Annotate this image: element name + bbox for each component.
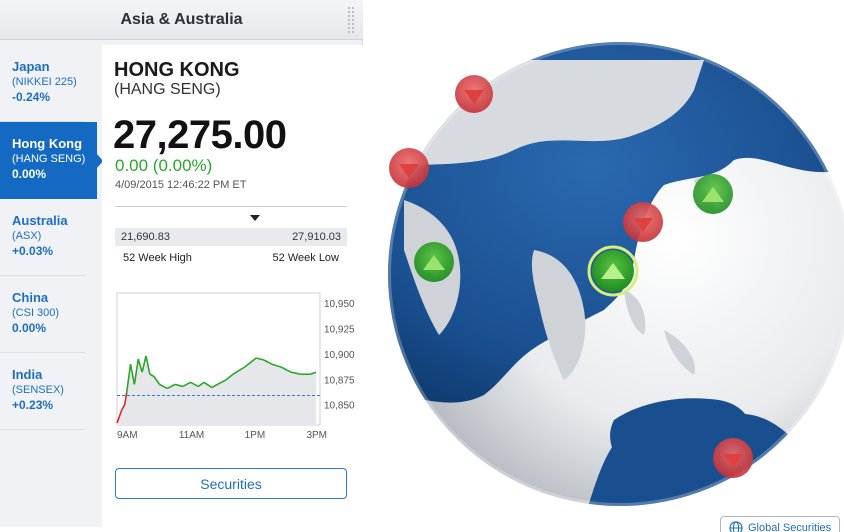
market-item-japan[interactable]: Japan (NIKKEI 225) -0.24% [0,45,85,122]
y-tick-label: 10,900 [324,350,355,361]
globe-icon [729,521,743,532]
market-list: Japan (NIKKEI 225) -0.24% Hong Kong (HAN… [0,45,103,430]
market-index: (SENSEX) [12,384,64,396]
caret-down-icon [250,215,260,221]
divider [115,206,347,207]
market-name: Hong Kong [12,136,83,151]
market-name: Japan [12,59,50,74]
week52-low-label: 52 Week Low [272,252,339,264]
globe-svg [388,42,844,506]
market-panel: Asia & Australia Japan (NIKKEI 225) -0.2… [0,0,363,527]
globe-view[interactable] [364,0,844,532]
x-tick-label: 1PM [245,430,266,441]
market-change: +0.23% [12,398,54,412]
x-tick-label: 3PM [306,430,327,441]
marker-japan[interactable] [623,202,663,242]
detail-subtitle: (HANG SENG) [114,81,221,98]
market-change: +0.03% [12,244,54,258]
week52-low-value: 21,690.83 [121,231,170,243]
week52-high-label: 52 Week High [123,252,192,264]
marker-australia-south[interactable] [713,438,753,478]
drag-handle-icon[interactable] [347,6,355,34]
marker-australia[interactable] [693,174,733,214]
global-securities-button[interactable]: Global Securities [720,516,840,532]
intraday-chart-svg: 10,950 10,925 10,900 10,875 10,850 9AM 11AM 1PM… [116,292,355,441]
market-index: (NIKKEI 225) [12,76,77,88]
panel-header: Asia & Australia [0,0,363,40]
market-name: Australia [12,213,68,228]
detail-title: HONG KONG [114,59,240,81]
securities-button[interactable]: Securities [115,468,347,499]
global-securities-label: Global Securities [748,522,832,532]
x-tick-label: 11AM [179,430,204,441]
index-price: 27,275.00 [113,113,287,157]
market-index: (CSI 300) [12,307,60,319]
market-index: (HANG SENG) [12,153,86,165]
quote-timestamp: 4/09/2015 12:46:22 PM ET [115,179,247,191]
market-change: 0.00% [12,167,47,181]
index-change: 0.00 (0.00%) [115,156,213,175]
market-detail-card: HONG KONG (HANG SENG) 27,275.00 0.00 (0.… [102,45,363,527]
intraday-chart: 10,950 10,925 10,900 10,875 10,850 9AM 11AM 1PM… [115,285,355,445]
market-item-china[interactable]: China (CSI 300) 0.00% [0,276,85,353]
y-tick-label: 10,925 [324,325,355,336]
marker-china[interactable] [455,75,493,113]
x-tick-label: 9AM [117,430,138,441]
y-tick-label: 10,950 [324,299,355,310]
y-tick-label: 10,875 [324,375,355,386]
market-change: 0.00% [12,321,47,335]
y-tick-label: 10,850 [324,401,355,412]
week52-range-bar: 21,690.83 27,910.03 [115,228,347,246]
week52-labels: 52 Week High 52 Week Low [115,252,347,264]
market-index: (ASX) [12,230,42,242]
marker-india[interactable] [414,242,454,282]
marker-hong-kong-selected[interactable] [587,245,639,297]
region-title: Asia & Australia [120,10,243,28]
marker-china-2[interactable] [389,148,429,188]
market-item-hong-kong[interactable]: Hong Kong (HANG SENG) 0.00% [0,122,103,199]
market-item-india[interactable]: India (SENSEX) +0.23% [0,353,85,430]
market-name: India [12,367,43,382]
market-name: China [12,290,49,305]
market-change: -0.24% [12,90,51,104]
week52-high-value: 27,910.03 [292,231,341,243]
market-item-australia[interactable]: Australia (ASX) +0.03% [0,199,85,276]
